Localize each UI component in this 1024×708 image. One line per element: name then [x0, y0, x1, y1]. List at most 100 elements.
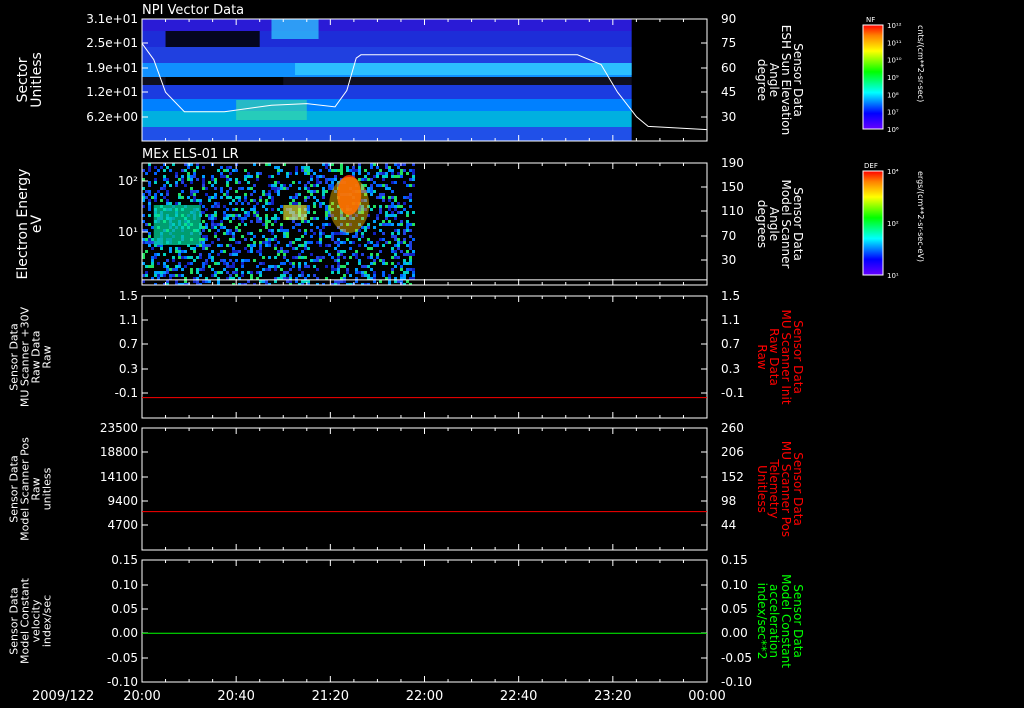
- els-pixel: [325, 190, 328, 193]
- els-pixel: [163, 169, 166, 172]
- els-pixel: [211, 175, 214, 178]
- els-pixel: [388, 223, 391, 226]
- els-pixel: [217, 280, 220, 283]
- els-pixel: [205, 259, 208, 262]
- els-pixel: [235, 214, 238, 217]
- els-pixel: [352, 235, 355, 238]
- els-pixel: [250, 208, 253, 211]
- els-pixel: [205, 244, 208, 247]
- els-pixel: [316, 184, 319, 187]
- els-pixel: [226, 190, 229, 193]
- els-pixel: [319, 232, 322, 235]
- els-pixel: [262, 280, 265, 283]
- left-tick-label: 0.10: [111, 578, 138, 592]
- els-pixel: [394, 235, 397, 238]
- els-pixel: [301, 271, 304, 274]
- els-pixel: [154, 253, 157, 256]
- els-pixel: [172, 259, 175, 262]
- els-pixel: [295, 172, 298, 175]
- els-pixel: [388, 220, 391, 223]
- els-pixel: [190, 178, 193, 181]
- els-pixel: [391, 250, 394, 253]
- npi-band: [142, 99, 632, 111]
- els-pixel: [220, 175, 223, 178]
- els-pixel: [148, 202, 151, 205]
- els-pixel: [154, 196, 157, 199]
- els-pixel: [181, 178, 184, 181]
- els-pixel: [178, 202, 181, 205]
- els-pixel: [376, 217, 379, 220]
- els-pixel: [256, 211, 259, 214]
- els-pixel: [271, 208, 274, 211]
- left-tick-label: 0.15: [111, 553, 138, 567]
- els-pixel: [229, 244, 232, 247]
- els-pixel: [154, 271, 157, 274]
- els-pixel: [256, 265, 259, 268]
- els-pixel: [340, 265, 343, 268]
- els-pixel: [331, 238, 334, 241]
- els-pixel: [190, 247, 193, 250]
- els-pixel: [163, 265, 166, 268]
- time-tick-label: 00:00: [688, 689, 725, 704]
- els-pixel: [391, 172, 394, 175]
- els-pixel: [361, 265, 364, 268]
- els-pixel: [259, 274, 262, 277]
- els-pixel: [181, 181, 184, 184]
- nf-colorbar-tick: 10⁶: [887, 126, 899, 134]
- els-pixel: [283, 232, 286, 235]
- left-tick-label: 18800: [100, 445, 138, 459]
- els-pixel: [211, 214, 214, 217]
- right-axis-label-line: degree: [755, 59, 769, 101]
- els-pixel: [409, 178, 412, 181]
- els-pixel: [175, 184, 178, 187]
- els-pixel: [298, 181, 301, 184]
- els-pixel: [262, 235, 265, 238]
- els-pixel: [253, 241, 256, 244]
- els-pixel: [376, 166, 379, 169]
- els-pixel: [289, 280, 292, 283]
- els-pixel: [364, 265, 367, 268]
- els-pixel: [229, 214, 232, 217]
- right-tick-label: -0.1: [721, 386, 744, 400]
- els-pixel: [229, 274, 232, 277]
- els-pixel: [181, 175, 184, 178]
- els-pixel: [181, 256, 184, 259]
- els-pixel: [166, 181, 169, 184]
- els-pixel: [235, 226, 238, 229]
- els-pixel: [277, 172, 280, 175]
- els-pixel: [148, 184, 151, 187]
- els-pixel: [394, 214, 397, 217]
- els-pixel: [346, 238, 349, 241]
- els-pixel: [310, 241, 313, 244]
- els-pixel: [196, 256, 199, 259]
- els-pixel: [184, 184, 187, 187]
- els-pixel: [352, 172, 355, 175]
- els-pixel: [268, 238, 271, 241]
- els-pixel: [211, 205, 214, 208]
- els-pixel: [310, 229, 313, 232]
- els-pixel: [394, 280, 397, 283]
- els-pixel: [271, 184, 274, 187]
- els-pixel: [253, 208, 256, 211]
- els-pixel: [280, 187, 283, 190]
- els-pixel: [241, 235, 244, 238]
- time-tick-label: 20:40: [217, 689, 254, 704]
- els-pixel: [205, 187, 208, 190]
- els-pixel: [304, 169, 307, 172]
- els-pixel: [340, 166, 343, 169]
- els-pixel: [301, 274, 304, 277]
- els-pixel: [271, 238, 274, 241]
- right-tick-label: 30: [721, 110, 736, 124]
- npi-band: [142, 85, 632, 99]
- left-tick-label: 0.3: [119, 362, 138, 376]
- els-pixel: [235, 178, 238, 181]
- els-pixel: [403, 259, 406, 262]
- els-pixel: [358, 271, 361, 274]
- els-pixel: [367, 226, 370, 229]
- els-pixel: [235, 208, 238, 211]
- els-pixel: [202, 175, 205, 178]
- els-pixel: [277, 265, 280, 268]
- els-pixel: [370, 178, 373, 181]
- els-pixel: [202, 268, 205, 271]
- els-pixel: [334, 169, 337, 172]
